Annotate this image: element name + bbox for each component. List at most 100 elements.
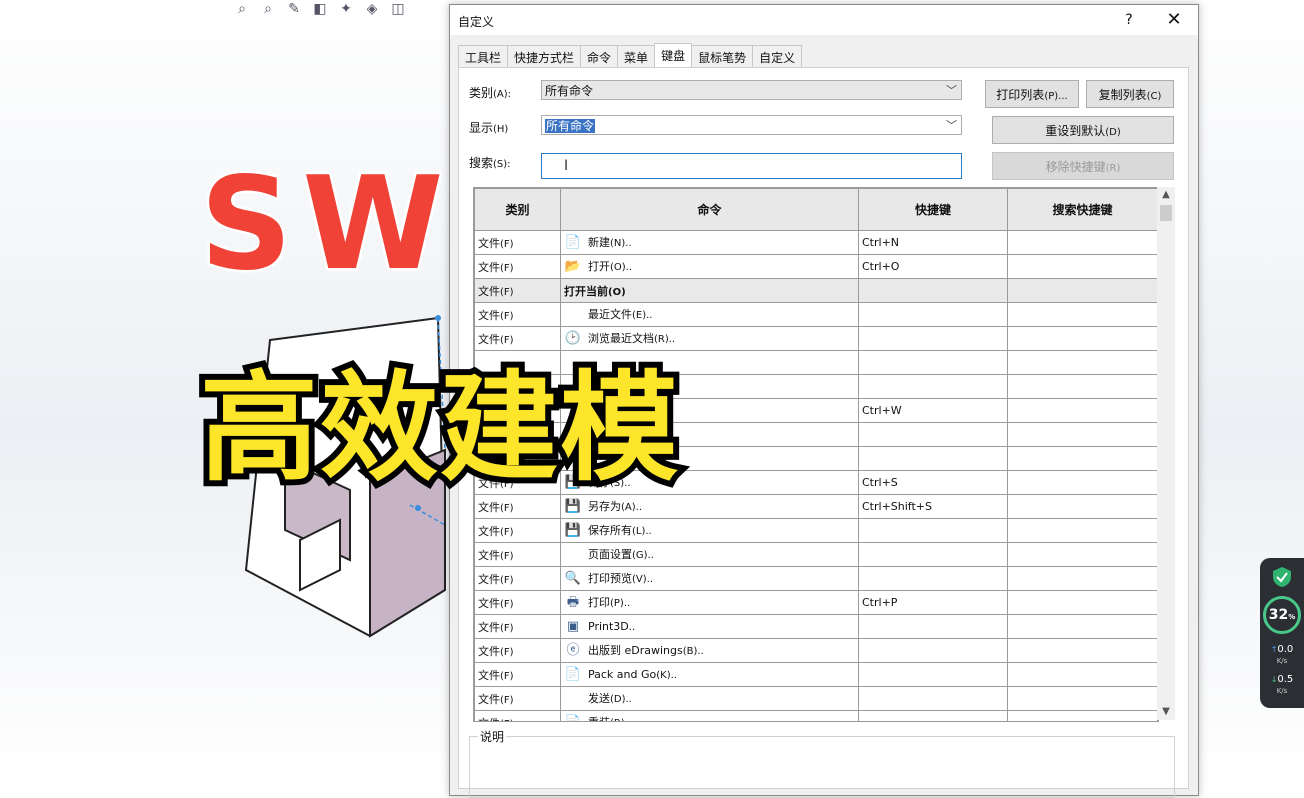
row-shortcut[interactable]	[858, 710, 1008, 721]
row-shortcut[interactable]	[858, 638, 1008, 663]
category-select[interactable]: 所有命令 ﹀	[541, 80, 962, 100]
description-group: 说明	[469, 728, 1175, 798]
chevron-down-icon: ﹀	[946, 84, 957, 97]
command-icon: 📄	[564, 666, 582, 682]
scroll-up-icon[interactable]: ▲	[1157, 187, 1175, 203]
table-row[interactable]: 文件(F) 🖶 打印(P).. Ctrl+P	[474, 590, 1158, 615]
row-shortcut[interactable]	[858, 422, 1008, 447]
row-shortcut[interactable]	[858, 686, 1008, 711]
row-shortcut[interactable]	[858, 326, 1008, 351]
row-search-shortcut[interactable]	[1007, 398, 1158, 423]
command-icon: ▣	[566, 618, 580, 634]
search-input[interactable]: I	[541, 153, 962, 179]
table-row[interactable]: 文件(F)📄重装(R)	[474, 710, 1158, 721]
table-row[interactable]: 文件(F) ⓔ 出版到 eDrawings(B)..	[474, 638, 1158, 663]
row-search-shortcut[interactable]	[1007, 446, 1158, 471]
row-shortcut[interactable]	[858, 518, 1008, 543]
section-view-icon[interactable]: ◧	[310, 0, 330, 18]
row-search-shortcut[interactable]	[1007, 374, 1158, 399]
previous-view-icon[interactable]: ✎	[284, 0, 304, 18]
row-search-shortcut[interactable]	[1007, 302, 1158, 327]
column-header-search-shortcut[interactable]: 搜索快捷键	[1007, 188, 1158, 231]
scroll-down-icon[interactable]: ▼	[1157, 704, 1175, 720]
row-search-shortcut[interactable]	[1007, 326, 1158, 351]
table-row[interactable]: 文件(F) 💾 保存所有(L)..	[474, 518, 1158, 543]
tab-keyboard[interactable]: 键盘	[654, 43, 693, 69]
row-shortcut[interactable]	[858, 302, 1008, 327]
command-icon: 🖶	[566, 594, 580, 610]
row-shortcut[interactable]	[858, 278, 1008, 303]
row-search-shortcut[interactable]	[1007, 350, 1158, 375]
column-header-shortcut[interactable]: 快捷键	[858, 188, 1008, 231]
row-search-shortcut[interactable]	[1007, 470, 1158, 495]
row-search-shortcut[interactable]	[1007, 566, 1158, 591]
row-category: 文件(F)	[474, 614, 561, 639]
row-search-shortcut[interactable]	[1007, 614, 1158, 639]
row-shortcut[interactable]: Ctrl+W	[858, 398, 1008, 423]
column-header-category[interactable]: 类别	[474, 188, 561, 231]
row-category: 文件(F)	[474, 710, 561, 721]
row-search-shortcut[interactable]	[1007, 662, 1158, 687]
row-category: 文件(F)	[474, 518, 561, 543]
row-shortcut[interactable]: Ctrl+S	[858, 470, 1008, 495]
row-search-shortcut[interactable]	[1007, 254, 1158, 279]
row-search-shortcut[interactable]	[1007, 590, 1158, 615]
close-button[interactable]: ✕	[1162, 9, 1186, 31]
row-category: 文件(F)	[474, 686, 561, 711]
table-row[interactable]: 文件(F) 📂 打开(O).. Ctrl+O	[474, 254, 1158, 279]
table-row[interactable]: 文件(F) 最近文件(E)..	[474, 302, 1158, 327]
show-label: 显示(H)	[469, 121, 509, 135]
row-search-shortcut[interactable]	[1007, 230, 1158, 255]
row-search-shortcut[interactable]	[1007, 422, 1158, 447]
row-category: 文件(F)	[474, 638, 561, 663]
print-list-button[interactable]: 打印列表(P)...	[985, 80, 1079, 108]
reset-to-default-button[interactable]: 重设到默认(D)	[992, 116, 1174, 144]
table-row[interactable]: 文件(F) 🔍 打印预览(V)..	[474, 566, 1158, 591]
cpu-usage-gauge: 32%	[1263, 596, 1301, 634]
row-shortcut[interactable]: Ctrl+O	[858, 254, 1008, 279]
row-shortcut[interactable]	[858, 446, 1008, 471]
row-shortcut[interactable]	[858, 614, 1008, 639]
row-search-shortcut[interactable]	[1007, 542, 1158, 567]
row-search-shortcut[interactable]	[1007, 686, 1158, 711]
table-row[interactable]: 文件(F) 打开当前(O)	[474, 278, 1158, 303]
row-shortcut[interactable]: Ctrl+P	[858, 590, 1008, 615]
row-search-shortcut[interactable]	[1007, 518, 1158, 543]
network-monitor-widget[interactable]: 32% ↑0.0 K/s ↓0.5 K/s	[1260, 558, 1304, 708]
row-command: ⓔ 出版到 eDrawings(B)..	[560, 638, 859, 663]
zoom-area-icon[interactable]: ⌕	[258, 0, 278, 18]
row-category: 文件(F)	[474, 302, 561, 327]
row-search-shortcut[interactable]	[1007, 278, 1158, 303]
category-label: 类别(A):	[469, 86, 512, 100]
table-row[interactable]: 文件(F) 页面设置(G)..	[474, 542, 1158, 567]
row-shortcut[interactable]	[858, 662, 1008, 687]
row-search-shortcut[interactable]	[1007, 638, 1158, 663]
table-row[interactable]: 文件(F) 📄 新建(N).. Ctrl+N	[474, 230, 1158, 255]
copy-list-button[interactable]: 复制列表(C)	[1086, 80, 1174, 108]
table-row[interactable]: 文件(F) 📄 Pack and Go(K)..	[474, 662, 1158, 687]
help-button[interactable]: ?	[1118, 9, 1140, 31]
row-category: 文件(F)	[474, 542, 561, 567]
row-shortcut[interactable]	[858, 566, 1008, 591]
dialog-titlebar[interactable]: 自定义 ? ✕	[450, 5, 1198, 35]
command-icon: 🔍	[564, 570, 582, 586]
table-scrollbar[interactable]: ▲ ▼	[1157, 187, 1175, 720]
column-header-command[interactable]: 命令	[560, 188, 859, 231]
table-row[interactable]: 文件(F) 发送(D)..	[474, 686, 1158, 711]
table-row[interactable]: 文件(F) ▣ Print3D..	[474, 614, 1158, 639]
scroll-thumb[interactable]	[1160, 205, 1172, 221]
row-shortcut[interactable]: Ctrl+Shift+S	[858, 494, 1008, 519]
row-search-shortcut[interactable]	[1007, 494, 1158, 519]
view-orientation-icon[interactable]: ◈	[362, 0, 382, 18]
row-command: 打开当前(O)	[560, 278, 859, 303]
display-style-icon[interactable]: ◫	[388, 0, 408, 18]
command-icon: ⓔ	[566, 642, 580, 658]
row-search-shortcut[interactable]	[1007, 710, 1158, 721]
show-select[interactable]: 所有命令 ﹀	[541, 115, 962, 135]
row-shortcut[interactable]: Ctrl+N	[858, 230, 1008, 255]
row-shortcut[interactable]	[858, 542, 1008, 567]
row-shortcut[interactable]	[858, 374, 1008, 399]
zoom-to-fit-icon[interactable]: ⌕	[232, 0, 252, 18]
row-shortcut[interactable]	[858, 350, 1008, 375]
dynamic-annotation-icon[interactable]: ✦	[336, 0, 356, 18]
